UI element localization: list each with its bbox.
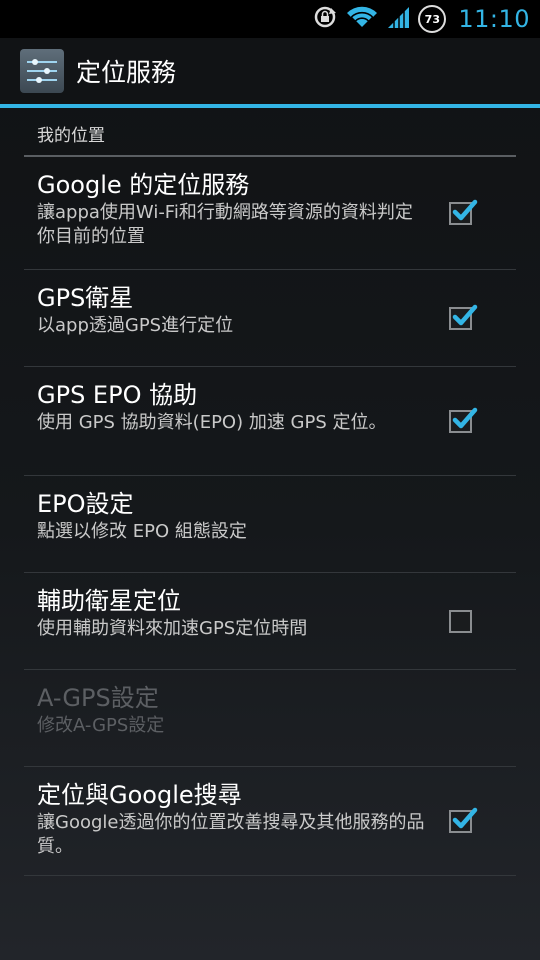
pref-assisted-gps[interactable]: 輔助衛星定位 使用輔助資料來加速GPS定位時間: [24, 573, 516, 670]
status-bar: 73 11:10: [0, 0, 540, 38]
preference-list: 我的位置 Google 的定位服務 讓appa使用Wi-Fi和行動網路等資源的資…: [24, 108, 516, 876]
pref-title: EPO設定: [37, 490, 134, 518]
pref-gps-satellite[interactable]: GPS衛星 以app透過GPS進行定位: [24, 270, 516, 367]
settings-sliders-icon[interactable]: [20, 49, 64, 93]
wifi-icon: [346, 5, 378, 33]
checkbox-gps-epo[interactable]: [449, 407, 478, 433]
battery-icon: 73: [418, 5, 447, 33]
pref-summary: 讓appa使用Wi-Fi和行動網路等資源的資料判定你目前的位置: [37, 202, 413, 247]
pref-summary: 使用 GPS 協助資料(EPO) 加速 GPS 定位。: [37, 412, 387, 433]
clock: 11:10: [458, 5, 530, 33]
pref-location-google-search[interactable]: 定位與Google搜尋 讓Google透過你的位置改善搜尋及其他服務的品質。: [24, 767, 516, 876]
pref-summary: 讓Google透過你的位置改善搜尋及其他服務的品質。: [37, 812, 425, 857]
action-bar: 定位服務: [0, 38, 540, 108]
battery-level: 73: [418, 5, 447, 33]
checkbox-gps-satellite[interactable]: [449, 304, 478, 330]
checkmark-icon: [452, 407, 478, 429]
sync-lock-icon: [312, 4, 338, 34]
pref-title: 定位與Google搜尋: [37, 781, 242, 809]
category-header: 我的位置: [24, 108, 516, 157]
page-title: 定位服務: [76, 58, 177, 87]
pref-google-location[interactable]: Google 的定位服務 讓appa使用Wi-Fi和行動網路等資源的資料判定你目…: [24, 157, 516, 270]
pref-title: A-GPS設定: [37, 684, 159, 712]
checkbox-google-location[interactable]: [449, 199, 478, 225]
pref-title: GPS EPO 協助: [37, 381, 198, 409]
checkmark-icon: [452, 304, 478, 326]
screen: 73 11:10 定位服務 我的位置 Google 的定位服務 讓appa使用W…: [0, 0, 540, 960]
pref-title: 輔助衛星定位: [37, 587, 181, 615]
checkmark-icon: [452, 807, 478, 829]
checkbox-location-google-search[interactable]: [449, 807, 478, 833]
pref-agps-settings: A-GPS設定 修改A-GPS設定: [24, 670, 516, 767]
signal-icon: [386, 5, 410, 33]
pref-summary: 點選以修改 EPO 組態設定: [37, 521, 247, 542]
pref-summary: 修改A-GPS設定: [37, 715, 165, 736]
pref-title: GPS衛星: [37, 284, 134, 312]
checkmark-icon: [452, 199, 478, 221]
pref-summary: 以app透過GPS進行定位: [37, 315, 234, 336]
pref-gps-epo[interactable]: GPS EPO 協助 使用 GPS 協助資料(EPO) 加速 GPS 定位。: [24, 367, 516, 476]
checkbox-assisted-gps[interactable]: [449, 610, 472, 633]
pref-summary: 使用輔助資料來加速GPS定位時間: [37, 618, 308, 639]
pref-title: Google 的定位服務: [37, 171, 250, 199]
pref-epo-settings[interactable]: EPO設定 點選以修改 EPO 組態設定: [24, 476, 516, 573]
